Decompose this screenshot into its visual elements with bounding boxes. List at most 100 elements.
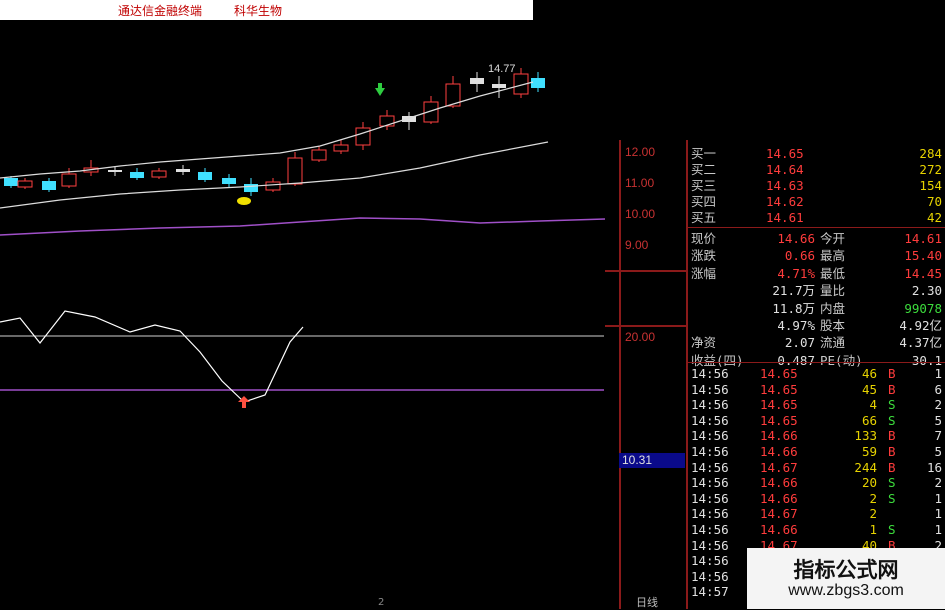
stat-row: 11.8万 内盘 99078 bbox=[688, 300, 945, 317]
candle-body bbox=[61, 173, 77, 187]
tick-side: S bbox=[888, 412, 896, 428]
tick-side: B bbox=[888, 444, 896, 459]
tick-side: S bbox=[888, 490, 896, 506]
high-price-label: 14.77 bbox=[488, 63, 516, 75]
tick-time: 14:56 bbox=[691, 490, 729, 506]
stat-label-2: 今开 bbox=[820, 231, 846, 246]
orderbook-row[interactable]: 买三 14.63 154 bbox=[688, 177, 945, 194]
quote-separator bbox=[688, 362, 945, 363]
stat-row: 净资 2.07 流通 4.37亿 bbox=[688, 334, 945, 351]
tick-row[interactable]: 14:56 14.65 66 S 5 bbox=[688, 412, 945, 429]
orderbook-label: 买四 bbox=[691, 194, 717, 209]
candle-body bbox=[333, 144, 349, 152]
candle-body bbox=[355, 127, 371, 146]
stat-row: 涨跌 0.66 最高 15.40 bbox=[688, 247, 945, 264]
stat-label-2: 流通 bbox=[820, 335, 846, 351]
tick-price: 14.65 bbox=[760, 381, 798, 397]
candle-body bbox=[198, 172, 212, 180]
tick-count: 5 bbox=[934, 412, 942, 428]
tick-time: 14:56 bbox=[691, 553, 729, 569]
tick-row[interactable]: 14:56 14.65 46 B 1 bbox=[688, 365, 945, 382]
period-tab[interactable]: 日线 bbox=[636, 594, 658, 610]
stat-label-2: 最低 bbox=[820, 265, 846, 281]
stat-label: 净资 bbox=[691, 335, 717, 351]
orderbook-row[interactable]: 买一 14.65 284 bbox=[688, 145, 945, 162]
stat-value: 11.8万 bbox=[772, 300, 815, 316]
stat-value-2: 99078 bbox=[904, 300, 942, 316]
orderbook-price: 14.64 bbox=[766, 162, 804, 177]
price-axis-line bbox=[619, 140, 621, 609]
orderbook-volume: 70 bbox=[926, 194, 942, 209]
stat-label: 涨幅 bbox=[691, 265, 717, 281]
stat-label: 涨跌 bbox=[691, 248, 717, 264]
stat-label-2: 内盘 bbox=[820, 300, 846, 316]
tick-price: 14.65 bbox=[760, 366, 798, 381]
tick-volume: 45 bbox=[861, 381, 877, 397]
stat-label: 现价 bbox=[691, 231, 717, 246]
tick-side: S bbox=[888, 522, 896, 537]
stat-value: 4.97% bbox=[777, 318, 815, 333]
stat-row: 4.97% 股本 4.92亿 bbox=[688, 317, 945, 334]
candle-body bbox=[287, 157, 303, 185]
tick-time: 14:56 bbox=[691, 459, 729, 475]
tick-volume: 4 bbox=[869, 397, 877, 413]
candle-body bbox=[130, 172, 144, 178]
stat-label-2: 股本 bbox=[820, 318, 846, 333]
orderbook-volume: 284 bbox=[919, 146, 942, 161]
tick-count: 1 bbox=[934, 522, 942, 537]
time-axis-label: 2 bbox=[378, 597, 385, 608]
stat-row: 涨幅 4.71% 最低 14.45 bbox=[688, 265, 945, 282]
orderbook-label: 买三 bbox=[691, 178, 717, 193]
tick-price: 14.65 bbox=[760, 412, 798, 428]
tick-count: 1 bbox=[934, 506, 942, 522]
tick-count: 5 bbox=[934, 444, 942, 459]
price-tick-label: 9.00 bbox=[625, 238, 649, 252]
candlestick-series bbox=[4, 68, 545, 196]
tick-time: 14:56 bbox=[691, 428, 729, 444]
candle-body bbox=[108, 170, 122, 172]
tick-volume: 1 bbox=[869, 522, 877, 537]
tick-row[interactable]: 14:56 14.66 20 S 2 bbox=[688, 474, 945, 491]
stat-value: 2.07 bbox=[784, 335, 815, 351]
tick-volume: 46 bbox=[861, 366, 877, 381]
tick-price: 14.66 bbox=[760, 522, 798, 537]
orderbook-row[interactable]: 买二 14.64 272 bbox=[688, 161, 945, 178]
tick-time: 14:56 bbox=[691, 537, 729, 553]
candle-body bbox=[151, 170, 167, 178]
tick-count: 16 bbox=[926, 459, 942, 475]
stat-value: 4.71% bbox=[777, 265, 815, 281]
watermark: 指标公式网 www.zbgs3.com bbox=[747, 548, 945, 609]
tick-row[interactable]: 14:56 14.67 244 B 16 bbox=[688, 459, 945, 476]
price-tick-label: 10.00 bbox=[625, 207, 656, 221]
stat-row: 现价 14.66 今开 14.61 bbox=[688, 230, 945, 247]
candle-body bbox=[379, 115, 395, 127]
candle-body bbox=[531, 78, 545, 88]
tick-count: 2 bbox=[934, 397, 942, 413]
orderbook-row[interactable]: 买五 14.61 42 bbox=[688, 209, 945, 226]
axis-divider bbox=[605, 270, 688, 272]
tick-time: 14:56 bbox=[691, 381, 729, 397]
orderbook-price: 14.61 bbox=[766, 210, 804, 225]
tick-row[interactable]: 14:56 14.66 133 B 7 bbox=[688, 427, 945, 444]
candle-body bbox=[244, 184, 258, 192]
tick-volume: 59 bbox=[861, 444, 877, 459]
tick-row[interactable]: 14:56 14.65 45 B 6 bbox=[688, 381, 945, 398]
tick-row[interactable]: 14:56 14.66 59 B 5 bbox=[688, 443, 945, 460]
buy-arrow-icon bbox=[375, 83, 385, 96]
candle-body bbox=[265, 181, 281, 191]
orderbook-row[interactable]: 买四 14.62 70 bbox=[688, 193, 945, 210]
tick-side: B bbox=[888, 366, 896, 381]
stat-value-2: 4.92亿 bbox=[899, 318, 942, 333]
orderbook-label: 买五 bbox=[691, 210, 717, 225]
tick-volume: 20 bbox=[861, 475, 877, 491]
tick-row[interactable]: 14:56 14.66 1 S 1 bbox=[688, 521, 945, 538]
tick-row[interactable]: 14:56 14.67 2 1 bbox=[688, 505, 945, 522]
tick-time: 14:56 bbox=[691, 366, 729, 381]
kline-chart-area[interactable]: 14.77 bbox=[0, 0, 688, 609]
tick-time: 14:57 bbox=[691, 584, 729, 600]
tick-time: 14:56 bbox=[691, 506, 729, 522]
stat-value: 21.7万 bbox=[772, 283, 815, 299]
orderbook-price: 14.63 bbox=[766, 178, 804, 193]
tick-row[interactable]: 14:56 14.65 4 S 2 bbox=[688, 396, 945, 413]
tick-row[interactable]: 14:56 14.66 2 S 1 bbox=[688, 490, 945, 507]
